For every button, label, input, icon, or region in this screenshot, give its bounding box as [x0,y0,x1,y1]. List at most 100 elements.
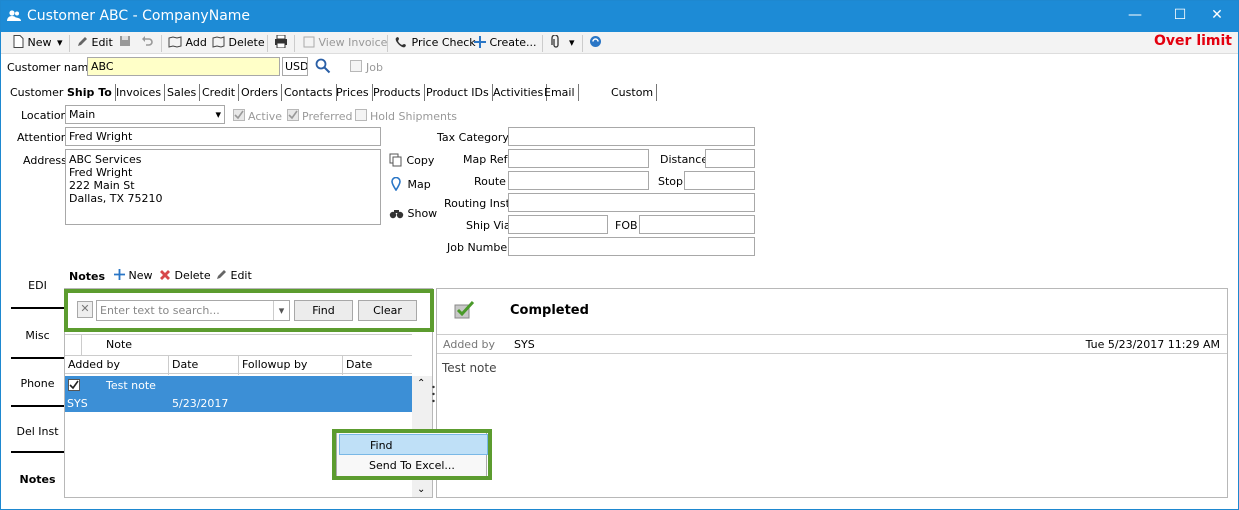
fob-input[interactable] [639,215,755,234]
routing-inst-input[interactable] [508,193,755,212]
detail-timestamp: Tue 5/23/2017 11:29 AM [1085,338,1220,351]
col-date[interactable]: Date [169,355,239,375]
col-note[interactable]: Note [103,335,412,355]
location-select[interactable]: Main ▾ [65,105,225,124]
job-checkbox[interactable] [350,60,362,72]
maximize-button[interactable]: ☐ [1159,1,1201,31]
job-number-input[interactable] [508,237,755,256]
notes-edit-button[interactable]: Edit [215,268,252,285]
notes-edit-label: Edit [230,269,252,282]
price-check-button[interactable]: Price Check [394,35,476,52]
stop-label: Stop [658,175,684,188]
tab-del-inst[interactable]: Del Inst [11,425,64,438]
location-label: Location [21,109,68,122]
notes-new-button[interactable]: New [114,268,153,285]
col-added-by[interactable]: Added by [65,355,169,375]
tax-category-input[interactable] [508,127,755,146]
address-textarea[interactable]: ABC Services Fred Wright 222 Main St Dal… [65,149,381,225]
search-icon[interactable] [315,58,331,74]
tab-customer[interactable]: Customer [7,84,66,101]
scroll-down-icon[interactable]: ⌄ [417,484,425,495]
tab-misc[interactable]: Misc [11,329,64,342]
splitter-handle[interactable] [432,385,435,403]
plus-icon [474,36,486,48]
active-checkbox[interactable] [233,109,245,121]
row-date: 5/23/2017 [172,397,229,410]
hold-shipments-checkbox[interactable] [355,109,367,121]
ship-via-label: Ship Via [466,219,511,232]
tab-orders[interactable]: Orders [238,84,282,101]
create-button[interactable]: Create... [474,35,537,52]
tab-invoices[interactable]: Invoices [113,84,166,101]
view-invoice-button[interactable]: View Invoice [303,35,387,52]
invoice-icon [303,36,315,48]
customer-name-input[interactable]: ABC [87,57,280,76]
row-checkbox[interactable] [68,379,80,391]
detail-body: Test note [442,361,497,375]
tab-contacts[interactable]: Contacts [281,84,337,101]
copy-label: Copy [406,154,435,167]
save-icon[interactable] [119,35,131,52]
pencil-icon [78,37,87,46]
completed-status: Completed [510,303,589,318]
address-line-3: 222 Main St [69,179,135,192]
view-invoice-label: View Invoice [318,36,388,49]
create-label: Create... [489,36,537,49]
delete-button[interactable]: Delete [212,35,265,52]
tab-product-ids[interactable]: Product IDs [423,84,493,101]
completed-check-icon [453,299,475,321]
tab-sales[interactable]: Sales [164,84,201,101]
attention-input[interactable]: Fred Wright [65,127,381,146]
minimize-button[interactable]: — [1114,1,1156,31]
col-followup-by[interactable]: Followup by [239,355,343,375]
delete-label: Delete [228,36,265,49]
tab-phone[interactable]: Phone [11,377,64,390]
notes-delete-button[interactable]: Delete [159,268,211,285]
edit-button[interactable]: Edit [76,35,113,52]
scroll-up-icon[interactable]: ⌃ [417,378,425,389]
map-label: Map [407,178,431,191]
distance-input[interactable] [705,149,755,168]
tab-email[interactable]: Email [541,84,579,101]
tab-ship-to[interactable]: Ship To [64,84,116,101]
currency-field[interactable]: USD [282,57,308,76]
show-button[interactable]: Show [389,206,437,223]
print-icon[interactable] [274,35,288,52]
map-ref-input[interactable] [508,149,649,168]
tab-credit[interactable]: Credit [199,84,240,101]
detail-header: Added by SYS Tue 5/23/2017 11:29 AM [437,334,1227,354]
add-label: Add [185,36,207,49]
attach-dropdown-icon[interactable]: ▾ [569,35,575,52]
table-row[interactable]: Test note SYS 5/23/2017 [65,376,412,412]
chevron-down-icon: ▾ [215,108,221,121]
preferred-checkbox[interactable] [287,109,299,121]
tab-edi[interactable]: EDI [11,279,64,292]
col-date-2[interactable]: Date [343,355,412,375]
tab-products[interactable]: Products [370,84,425,101]
customer-name-label: Customer name [7,61,96,74]
phone-icon [395,37,406,48]
tab-prices[interactable]: Prices [333,84,373,101]
map-button[interactable]: Map [391,177,431,194]
users-icon [7,10,21,22]
undo-icon[interactable] [141,35,153,52]
stop-input[interactable] [684,171,755,190]
ship-via-input[interactable] [508,215,608,234]
copy-button[interactable]: Copy [389,153,434,170]
route-input[interactable] [508,171,649,190]
notes-title: Notes [69,270,106,283]
notes-delete-label: Delete [174,269,211,282]
delete-map-icon [212,36,225,48]
tab-activities[interactable]: Activities [490,84,548,101]
notes-new-label: New [128,269,153,282]
distance-label: Distance [660,153,709,166]
tab-custom[interactable]: Custom [608,84,658,101]
paperclip-icon[interactable] [551,35,561,52]
refresh-icon[interactable] [589,35,602,52]
close-button[interactable]: ✕ [1196,1,1238,31]
new-button[interactable]: New [13,35,52,52]
tab-notes[interactable]: Notes [11,473,64,486]
new-dropdown-icon[interactable]: ▾ [57,35,63,52]
credit-status-label: Over limit [1154,33,1232,49]
add-button[interactable]: Add [168,35,207,52]
